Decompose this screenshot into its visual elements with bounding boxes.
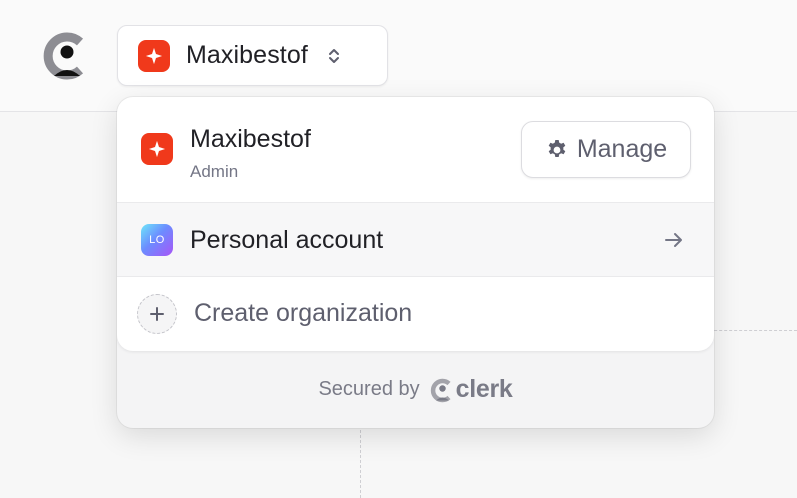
gear-icon (548, 139, 566, 157)
manage-label: Manage (576, 135, 668, 163)
selected-org-name: Maxibestof (186, 41, 308, 69)
secured-by-label: Secured by (318, 378, 420, 400)
secured-by-footer: Secured by clerk (117, 351, 714, 428)
popover-main-panel: Maxibestof Admin Manage LO Personal acco… (117, 97, 714, 351)
clerk-logo-icon (430, 378, 451, 402)
sparkle-icon (148, 140, 166, 158)
clerk-wordmark: clerk (455, 375, 513, 403)
arrow-right-icon (665, 233, 682, 247)
active-organization: Maxibestof Admin Manage (117, 97, 714, 203)
org-logo (141, 133, 173, 165)
plus-circle (137, 294, 177, 334)
clerk-brand-link[interactable]: clerk (430, 375, 513, 404)
plus-icon (150, 307, 164, 321)
create-organization-label: Create organization (194, 299, 413, 327)
organization-switcher-popover: Maxibestof Admin Manage LO Personal acco… (117, 97, 714, 428)
clerk-logo-icon[interactable] (42, 30, 86, 80)
active-org-name: Maxibestof (190, 125, 311, 153)
personal-account-label: Personal account (190, 226, 384, 254)
manage-button[interactable]: Manage (521, 121, 691, 178)
active-org-role: Admin (190, 162, 239, 181)
create-organization-button[interactable]: Create organization (117, 277, 714, 351)
user-avatar: LO (141, 224, 173, 256)
chevron-up-down-icon (328, 48, 339, 63)
organization-switcher-button[interactable]: Maxibestof (117, 25, 388, 86)
sparkle-icon (145, 47, 163, 64)
personal-account-item[interactable]: LO Personal account (117, 203, 714, 277)
org-logo (138, 39, 170, 72)
